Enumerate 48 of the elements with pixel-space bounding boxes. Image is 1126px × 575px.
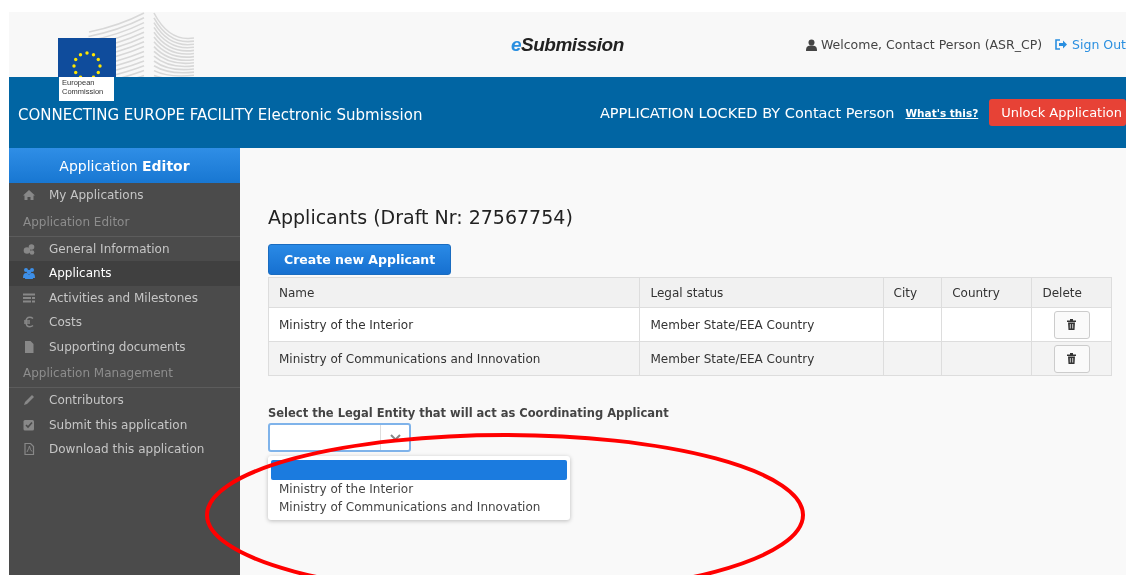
sign-out-icon[interactable] bbox=[1055, 39, 1068, 50]
sidebar-item[interactable]: Submit this application bbox=[9, 412, 240, 437]
dropdown-option[interactable]: Ministry of Communications and Innovation bbox=[271, 498, 567, 516]
users-icon bbox=[23, 267, 35, 280]
coordinating-applicant-label: Select the Legal Entity that will act as Coordinating Applicant bbox=[268, 406, 670, 420]
whats-this-link[interactable]: What's this? bbox=[905, 106, 979, 119]
trash-icon bbox=[1067, 353, 1077, 364]
column-header: Name bbox=[268, 277, 640, 308]
table-cell: Member State/EEA Country bbox=[639, 341, 884, 376]
checkbox-icon bbox=[23, 418, 35, 431]
lock-status-text: APPLICATION LOCKED BY Contact Person bbox=[599, 104, 895, 121]
euro-icon bbox=[23, 316, 35, 329]
pencil-icon bbox=[23, 394, 35, 407]
column-header: Country bbox=[941, 277, 1032, 308]
table-cell: Ministry of the Interior bbox=[268, 307, 640, 342]
dropdown-option[interactable]: Ministry of the Interior bbox=[271, 480, 567, 498]
delete-button[interactable] bbox=[1053, 310, 1090, 339]
app-name: eSubmission bbox=[511, 33, 624, 56]
table-cell: Ministry of Communications and Innovation bbox=[268, 341, 640, 376]
trash-icon bbox=[1067, 319, 1077, 330]
table-cell: Member State/EEA Country bbox=[639, 307, 884, 342]
sign-out-link[interactable]: Sign Out bbox=[1055, 37, 1126, 52]
unlock-application-button[interactable]: Unlock Application bbox=[989, 99, 1126, 126]
sidebar-item[interactable]: Activities and Milestones bbox=[9, 285, 240, 310]
user-icon bbox=[805, 38, 817, 51]
column-header: Legal status bbox=[639, 277, 884, 308]
applicant-dropdown[interactable] bbox=[268, 423, 411, 452]
sidebar-item[interactable]: My Applications bbox=[9, 183, 240, 208]
home-icon bbox=[23, 189, 35, 202]
sidebar-item[interactable]: Download this application bbox=[9, 437, 240, 462]
chevron-down-icon bbox=[389, 434, 401, 441]
welcome-text: Welcome, Contact Person (ASR_CP) bbox=[820, 37, 1043, 52]
sidebar-item[interactable]: Contributors bbox=[9, 388, 240, 413]
list-icon bbox=[23, 291, 35, 304]
document-icon bbox=[23, 340, 35, 353]
page-heading: Applicants (Draft Nr: 27567754) bbox=[268, 206, 574, 228]
sidebar-item[interactable]: General Information bbox=[9, 236, 240, 261]
banner-title: CONNECTING EUROPE FACILITY Electronic Submission bbox=[18, 105, 423, 124]
delete-button[interactable] bbox=[1053, 344, 1090, 373]
pdf-file-icon bbox=[23, 443, 35, 456]
sidebar-item[interactable]: Supporting documents bbox=[9, 334, 240, 359]
sidebar-item[interactable]: Applicants bbox=[9, 261, 240, 286]
sidebar-item[interactable]: Costs bbox=[9, 310, 240, 335]
column-header: City bbox=[883, 277, 942, 308]
gears-icon bbox=[23, 242, 35, 255]
create-applicant-button[interactable]: Create new Applicant bbox=[268, 244, 452, 275]
sidebar-title: Application Editor bbox=[59, 157, 190, 174]
column-header: Delete bbox=[1032, 277, 1112, 308]
